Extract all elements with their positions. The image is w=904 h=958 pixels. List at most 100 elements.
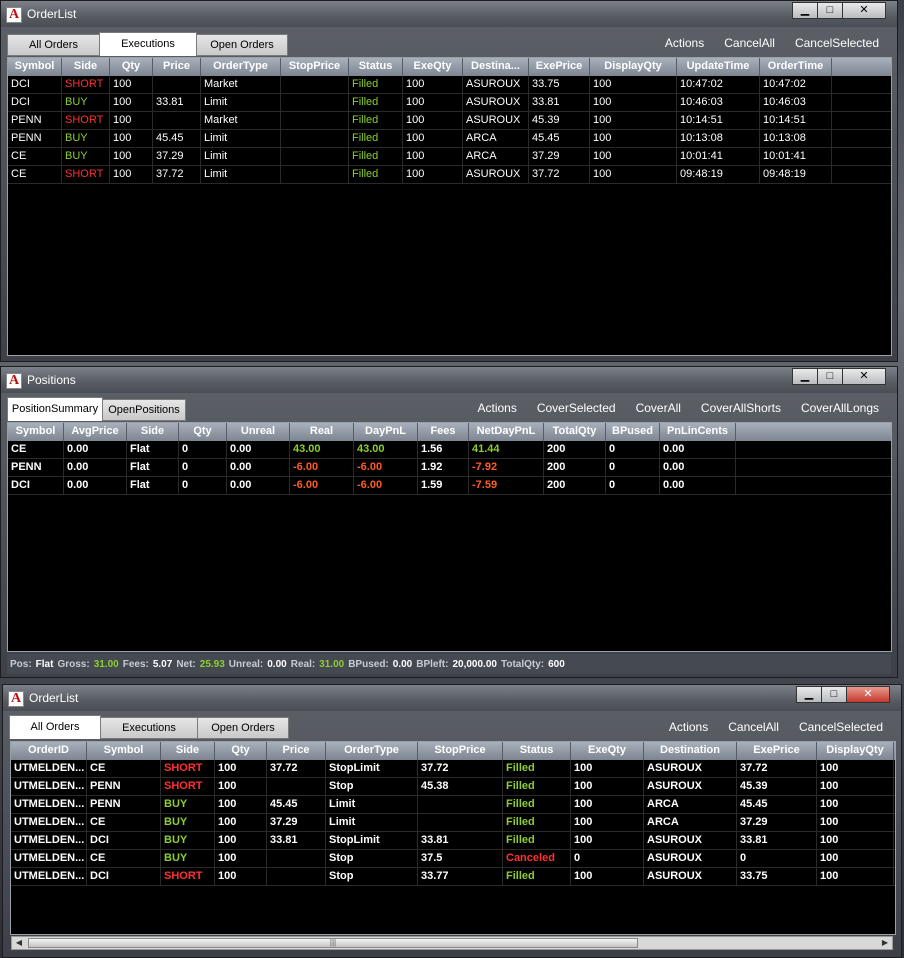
column-header[interactable]: Side: [62, 58, 110, 76]
table-row[interactable]: PENN SHORT 100 Market Filled 100 ASUROUX 45.39 1…: [8, 112, 891, 130]
column-header[interactable]: Side: [161, 742, 215, 760]
column-header[interactable]: Price: [267, 742, 326, 760]
column-header[interactable]: Qty: [110, 58, 153, 76]
scroll-left-icon[interactable]: ◀: [12, 937, 26, 949]
table-row[interactable]: UTMELDEN... PENN BUY 100 45.45 Limit Filled 100…: [11, 796, 895, 814]
table-row[interactable]: UTMELDEN... CE BUY 100 Stop 37.5 Canceled 0 ASUR…: [11, 850, 895, 868]
title-bar[interactable]: A Positions ▁ □ ✕: [1, 367, 897, 393]
table-cell: 0.00: [660, 477, 736, 494]
title-bar[interactable]: A OrderList ▁ □ ✕: [1, 1, 897, 27]
column-header[interactable]: Destination: [644, 742, 737, 760]
column-header[interactable]: OrderID: [11, 742, 87, 760]
table-row[interactable]: UTMELDEN... CE BUY 100 37.29 Limit Filled 100 AR…: [11, 814, 895, 832]
column-header[interactable]: AvgPrice: [64, 423, 127, 441]
column-header[interactable]: Fees: [418, 423, 469, 441]
minimize-button[interactable]: ▁: [796, 686, 822, 703]
column-header[interactable]: Price: [153, 58, 201, 76]
column-header[interactable]: ExePrice: [737, 742, 817, 760]
maximize-button[interactable]: □: [817, 368, 843, 385]
tab-executions[interactable]: Executions: [100, 717, 198, 739]
cover-all-shorts-button[interactable]: CoverAllShorts: [691, 401, 791, 415]
cover-selected-button[interactable]: CoverSelected: [527, 401, 626, 415]
column-header[interactable]: DisplayQty: [817, 742, 894, 760]
column-header[interactable]: StopPrice: [281, 58, 349, 76]
maximize-button[interactable]: □: [821, 686, 847, 703]
column-header[interactable]: NetDayPnL: [469, 423, 544, 441]
table-cell: -7.92: [469, 459, 544, 476]
close-button[interactable]: ✕: [846, 686, 890, 703]
table-row[interactable]: UTMELDEN... DCI BUY 100 33.81 StopLimit 33.81 F…: [11, 832, 895, 850]
column-header[interactable]: TotalQty: [544, 423, 606, 441]
close-button[interactable]: ✕: [842, 2, 886, 19]
column-header[interactable]: DayPnL: [354, 423, 418, 441]
column-header[interactable]: PnLinCents: [660, 423, 736, 441]
actions-menu-button[interactable]: Actions: [655, 36, 714, 50]
table-row[interactable]: DCI SHORT 100 Market Filled 100 ASUROUX 33.75 10…: [8, 76, 891, 94]
title-bar[interactable]: A OrderList ▁ □ ✕: [3, 685, 901, 711]
column-header[interactable]: Unreal: [227, 423, 290, 441]
table-row[interactable]: CE SHORT 100 37.72 Limit Filled 100 ASUROUX 37.7…: [8, 166, 891, 184]
positions-grid[interactable]: Symbol AvgPrice Side Qty Unreal Real DayPnL Fee…: [7, 422, 892, 652]
close-button[interactable]: ✕: [842, 368, 886, 385]
table-cell: 100: [110, 112, 153, 129]
column-header[interactable]: ExeQty: [403, 58, 463, 76]
tab-positionsummary[interactable]: PositionSummary: [7, 397, 103, 421]
table-row[interactable]: UTMELDEN... CE SHORT 100 37.72 StopLimit 37.72…: [11, 760, 895, 778]
maximize-button[interactable]: □: [817, 2, 843, 19]
executions-grid[interactable]: Symbol Side Qty Price OrderType StopPrice Stat…: [7, 57, 892, 356]
table-cell: ASUROUX: [644, 760, 737, 777]
table-row[interactable]: CE 0.00 Flat 0 0.00 43.00 43.00 1.56 41.44 200 0 0.…: [8, 441, 891, 459]
column-header[interactable]: OrderType: [201, 58, 281, 76]
column-header[interactable]: ExePrice: [529, 58, 590, 76]
table-row[interactable]: UTMELDEN... PENN SHORT 100 Stop 45.38 Filled 10…: [11, 778, 895, 796]
column-header[interactable]: Qty: [215, 742, 267, 760]
column-header[interactable]: OrderType: [326, 742, 418, 760]
cancel-selected-button[interactable]: CancelSelected: [789, 720, 893, 734]
column-header[interactable]: Real: [290, 423, 354, 441]
tab-openpositions[interactable]: OpenPositions: [102, 399, 186, 421]
all-orders-grid[interactable]: OrderID Symbol Side Qty Price OrderType StopPr…: [10, 741, 896, 935]
scroll-right-icon[interactable]: ▶: [878, 937, 892, 949]
column-header[interactable]: DisplayQty: [590, 58, 677, 76]
column-header[interactable]: BPused: [606, 423, 660, 441]
column-header[interactable]: ExeQty: [571, 742, 644, 760]
column-header[interactable]: Symbol: [8, 423, 64, 441]
table-row[interactable]: UTMELDEN... DCI SHORT 100 Stop 33.77 Filled 100…: [11, 868, 895, 886]
cancel-all-button[interactable]: CancelAll: [714, 36, 785, 50]
tab-open-orders[interactable]: Open Orders: [196, 34, 288, 56]
table-row[interactable]: DCI BUY 100 33.81 Limit Filled 100 ASUROUX 33.81…: [8, 94, 891, 112]
cancel-all-button[interactable]: CancelAll: [718, 720, 789, 734]
table-row[interactable]: DCI 0.00 Flat 0 0.00 -6.00 -6.00 1.59 -7.59 200 0 0…: [8, 477, 891, 495]
table-cell: 200: [544, 459, 606, 476]
tab-executions[interactable]: Executions: [99, 32, 197, 56]
table-cell: 37.72: [267, 760, 326, 777]
tab-all-orders[interactable]: All Orders: [7, 34, 100, 56]
actions-menu-button[interactable]: Actions: [467, 401, 526, 415]
scroll-thumb[interactable]: |||: [28, 938, 638, 948]
tab-open-orders[interactable]: Open Orders: [197, 717, 289, 739]
cancel-selected-button[interactable]: CancelSelected: [785, 36, 889, 50]
table-row[interactable]: PENN BUY 100 45.45 Limit Filled 100 ARCA 45.45 10…: [8, 130, 891, 148]
horizontal-scrollbar[interactable]: ◀ ||| ▶: [11, 936, 893, 950]
column-header[interactable]: Destina...: [463, 58, 529, 76]
column-header[interactable]: Symbol: [87, 742, 161, 760]
column-header[interactable]: Status: [349, 58, 403, 76]
column-header[interactable]: Symbol: [8, 58, 62, 76]
tab-all-orders[interactable]: All Orders: [9, 715, 101, 739]
minimize-button[interactable]: ▁: [792, 2, 818, 19]
cover-all-button[interactable]: CoverAll: [626, 401, 691, 415]
column-header[interactable]: StopPrice: [418, 742, 503, 760]
gross-value: 31.00: [93, 658, 119, 670]
column-header[interactable]: Status: [503, 742, 571, 760]
table-row[interactable]: PENN 0.00 Flat 0 0.00 -6.00 -6.00 1.92 -7.92 200 0…: [8, 459, 891, 477]
minimize-button[interactable]: ▁: [792, 368, 818, 385]
column-header[interactable]: OrderTime: [760, 58, 832, 76]
column-header[interactable]: UpdateTime: [677, 58, 760, 76]
column-header[interactable]: Side: [127, 423, 179, 441]
bpleft-label: BPleft:: [416, 658, 449, 670]
table-row[interactable]: CE BUY 100 37.29 Limit Filled 100 ARCA 37.29 100 1…: [8, 148, 891, 166]
actions-menu-button[interactable]: Actions: [659, 720, 718, 734]
column-header[interactable]: Qty: [179, 423, 227, 441]
table-cell: 0.00: [227, 459, 290, 476]
cover-all-longs-button[interactable]: CoverAllLongs: [791, 401, 889, 415]
